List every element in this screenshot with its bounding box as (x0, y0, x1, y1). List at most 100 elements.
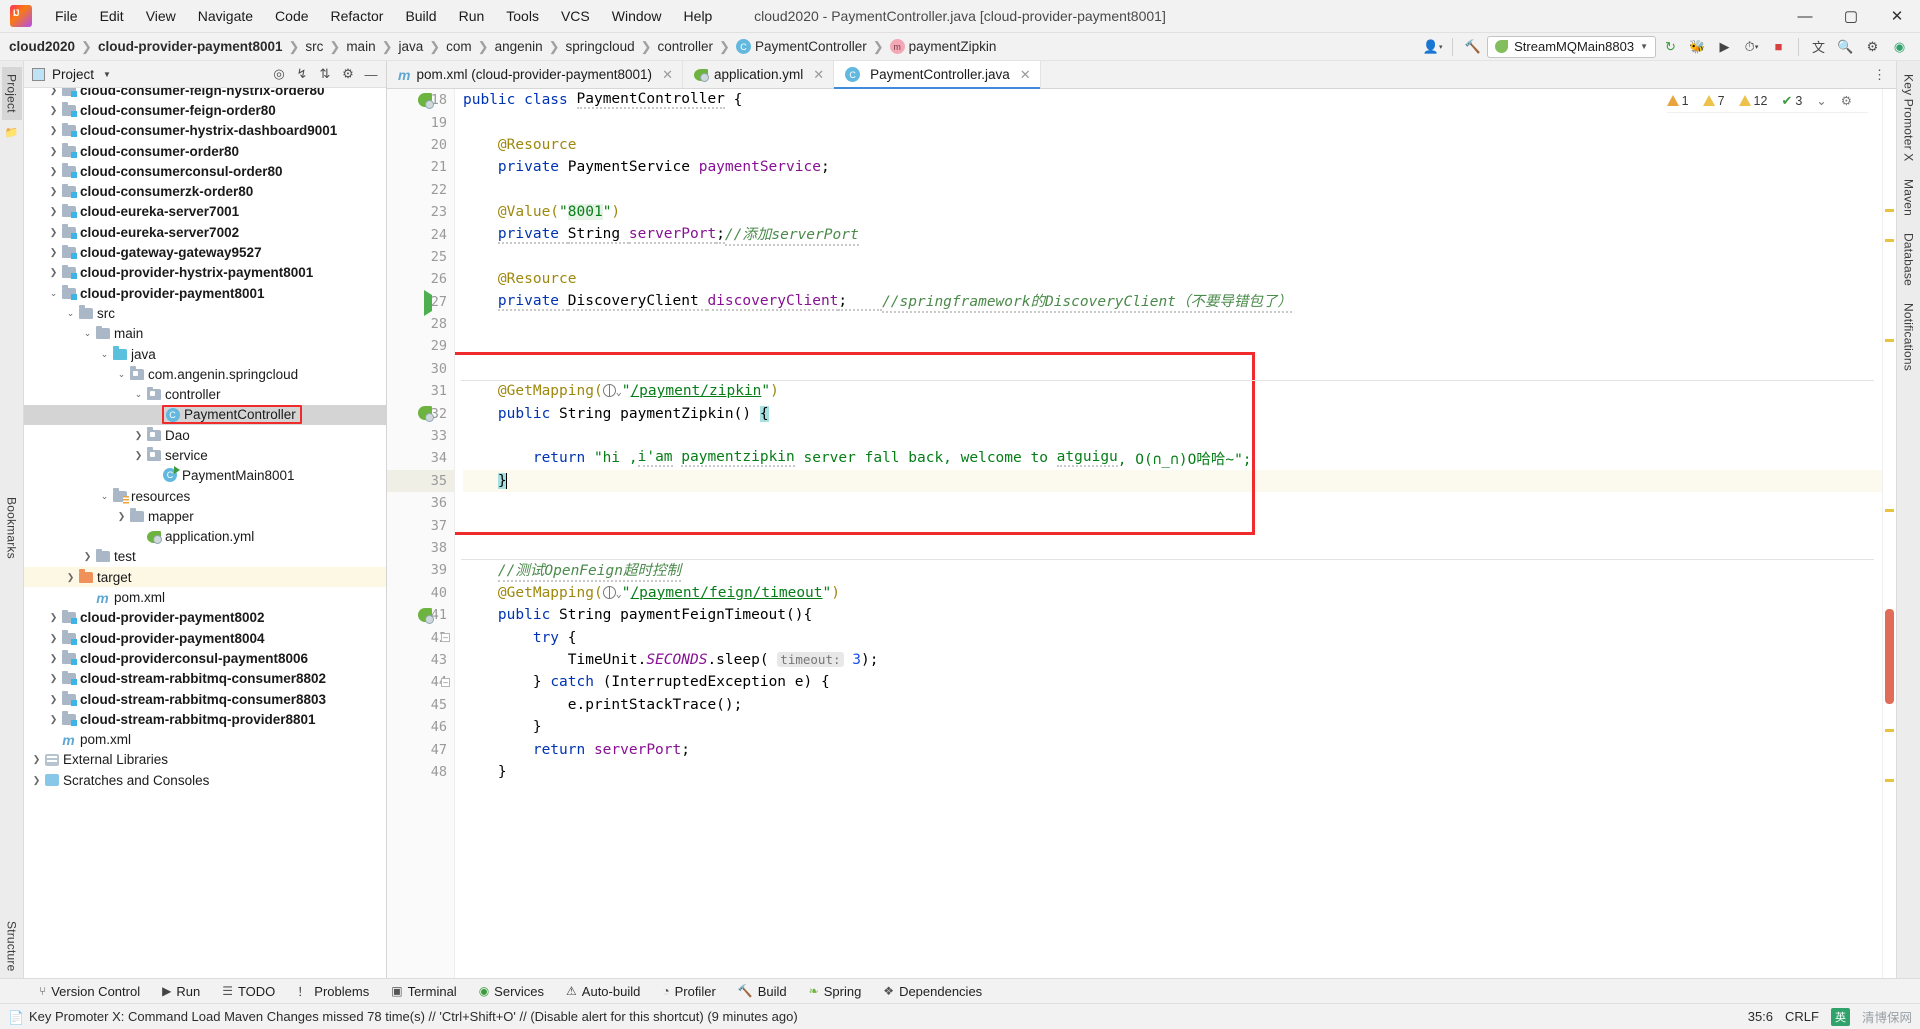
gutter-line[interactable]: 34 (387, 447, 454, 469)
code-line[interactable]: //测试OpenFeign超时控制 (463, 559, 1882, 582)
menu-vcs[interactable]: VCS (550, 4, 601, 28)
tree-row[interactable]: C PaymentMain8001 (24, 466, 386, 486)
code-line[interactable]: TimeUnit. SECONDS .sleep( timeout: 3); (463, 649, 1882, 671)
tree-row[interactable]: application.yml (24, 527, 386, 547)
code-line[interactable]: private PaymentService paymentService; (463, 156, 1882, 178)
menu-refactor[interactable]: Refactor (320, 4, 395, 28)
tree-row[interactable]: ❯ cloud-providerconsul-payment8006 (24, 648, 386, 668)
breadcrumb-item-src[interactable]: src (302, 37, 326, 56)
chevron-right-icon[interactable]: ❯ (47, 166, 60, 177)
gutter-line[interactable]: 31 (387, 380, 454, 402)
code-line[interactable] (463, 492, 1882, 514)
gutter-line[interactable]: 45 (387, 694, 454, 716)
caret-position[interactable]: 35:6 (1748, 1009, 1773, 1024)
settings-gear-icon[interactable]: ⚙ (337, 63, 359, 85)
code-line[interactable]: public String paymentFeignTimeout(){ (463, 604, 1882, 626)
gutter-line[interactable]: ‒ 42 (387, 626, 454, 648)
close-icon[interactable]: ✕ (1020, 67, 1031, 83)
tree-row[interactable]: ⌄ cloud-provider-payment8001 (24, 283, 386, 303)
editor-tab-options[interactable]: ⋮ (1873, 61, 1896, 88)
chevron-right-icon[interactable]: ❯ (132, 430, 145, 441)
sidebar-item-structure[interactable]: Structure (2, 914, 22, 979)
code-line[interactable]: @GetMapping(⌄ "/payment/zipkin ") (463, 380, 1882, 402)
menu-build[interactable]: Build (394, 4, 447, 28)
debug-bug-icon[interactable]: 🐝 (1685, 35, 1710, 58)
tree-row[interactable]: ❯ mapper (24, 506, 386, 526)
marker-warning[interactable] (1885, 239, 1894, 242)
gutter-line[interactable]: 43 (387, 649, 454, 671)
chevron-right-icon[interactable]: ❯ (47, 714, 60, 725)
chevron-down-icon[interactable]: ⌄ (64, 308, 77, 319)
tool-window-todo[interactable]: ☰ TODO (211, 982, 286, 1001)
close-icon[interactable]: ✕ (662, 67, 673, 83)
tab-paymentcontroller-java[interactable]: C PaymentController.java ✕ (834, 61, 1041, 89)
marker-warning[interactable] (1885, 729, 1894, 732)
coverage-icon[interactable]: ▶ (1712, 35, 1737, 58)
breadcrumb-item-main[interactable]: main (343, 37, 378, 56)
breadcrumb-item-project[interactable]: cloud2020 (6, 37, 78, 56)
menu-run[interactable]: Run (448, 4, 496, 28)
tree-row[interactable]: ❯ cloud-consumer-feign-order80 (24, 100, 386, 120)
tree-row[interactable]: ❯ target (24, 567, 386, 588)
editor-marker-bar[interactable] (1882, 89, 1896, 978)
gutter-line[interactable]: 41 (387, 604, 454, 626)
gutter-line[interactable]: 20 (387, 134, 454, 156)
chevron-right-icon[interactable]: ❯ (47, 88, 60, 96)
gutter-line[interactable]: 38 (387, 537, 454, 559)
tool-window-profiler[interactable]: ◔ Profiler (651, 982, 726, 1001)
chevron-right-icon[interactable]: ❯ (30, 754, 43, 765)
build-hammer-icon[interactable]: 🔨 (1460, 35, 1485, 58)
code-line[interactable]: return "hi , i'am paymentzipkin server fa… (463, 447, 1882, 469)
tree-row[interactable]: ❯ cloud-stream-rabbitmq-consumer8802 (24, 669, 386, 689)
code-line[interactable]: private DiscoveryClient discoveryClient;… (463, 291, 1882, 314)
breadcrumb-item-springcloud[interactable]: springcloud (563, 37, 638, 56)
chevron-right-icon[interactable]: ❯ (47, 673, 60, 684)
tree-row[interactable]: ❯ cloud-eureka-server7001 (24, 202, 386, 222)
tool-window-build[interactable]: 🔨 Build (727, 982, 798, 1001)
chevron-right-icon[interactable]: ❯ (132, 450, 145, 461)
editor-gutter[interactable]: 18 19 20 21 22 23 24 25 26 27 28 29 30 31 32 33 34 35 36 37… (387, 89, 455, 978)
tree-row[interactable]: ❯ cloud-provider-payment8002 (24, 608, 386, 628)
rerun-icon[interactable]: ↻ (1658, 35, 1683, 58)
minimize-button[interactable]: — (1782, 0, 1828, 33)
tree-row[interactable]: ❯ service (24, 445, 386, 465)
spring-bean-icon[interactable] (418, 406, 434, 424)
user-avatar-icon[interactable]: 👤 ▾ (1420, 35, 1445, 58)
chevron-right-icon[interactable]: ❯ (81, 551, 94, 562)
menu-bar[interactable]: File Edit View Navigate Code Refactor Bu… (44, 4, 723, 28)
tree-row[interactable]: ❯ cloud-consumerzk-order80 (24, 181, 386, 201)
gutter-line[interactable]: 32 (387, 402, 454, 424)
code-line[interactable] (463, 179, 1882, 201)
breadcrumb-item-java[interactable]: java (395, 37, 426, 56)
notification-icon[interactable]: 📄 (8, 1010, 24, 1025)
marker-warning[interactable] (1885, 779, 1894, 782)
gutter-line[interactable]: 29 (387, 335, 454, 357)
code-line[interactable] (463, 335, 1882, 357)
search-icon[interactable]: 🔍 (1833, 35, 1858, 58)
sidebar-item-maven[interactable]: Maven (1899, 172, 1919, 223)
right-tool-rail[interactable]: Key Promoter X Maven Database Notificati… (1896, 61, 1920, 978)
menu-help[interactable]: Help (673, 4, 724, 28)
gutter-line[interactable]: 22 (387, 179, 454, 201)
chevron-right-icon[interactable]: ❯ (30, 775, 43, 786)
chevron-down-icon[interactable]: ⌄ (81, 328, 94, 339)
gutter-line[interactable]: 28 (387, 313, 454, 335)
marker-warning[interactable] (1885, 509, 1894, 512)
gutter-line[interactable]: ‒ 44 (387, 671, 454, 693)
editor-code-content[interactable]: public class PaymentController { @Resour… (455, 89, 1882, 978)
ime-indicator[interactable]: 英 (1830, 1007, 1850, 1026)
marker-warning[interactable] (1885, 339, 1894, 342)
chevron-down-icon[interactable]: ⌄ (98, 349, 111, 360)
tree-row[interactable]: ⌄ com.angenin.springcloud (24, 364, 386, 384)
breadcrumb[interactable]: cloud2020 ❯ cloud-provider-payment8001 ❯… (6, 37, 999, 56)
close-button[interactable]: ✕ (1874, 0, 1920, 33)
gutter-line[interactable]: 26 (387, 268, 454, 290)
locate-icon[interactable]: ◎ (268, 63, 290, 85)
gutter-line[interactable]: 33 (387, 425, 454, 447)
gutter-line[interactable]: 19 (387, 111, 454, 133)
chevron-down-icon[interactable]: ⌄ (47, 288, 60, 299)
window-controls[interactable]: — ▢ ✕ (1782, 0, 1920, 33)
stop-icon[interactable]: ■ (1766, 35, 1791, 58)
code-line[interactable] (463, 514, 1882, 536)
run-configuration-selector[interactable]: StreamMQMain8803 ▼ (1487, 35, 1656, 58)
